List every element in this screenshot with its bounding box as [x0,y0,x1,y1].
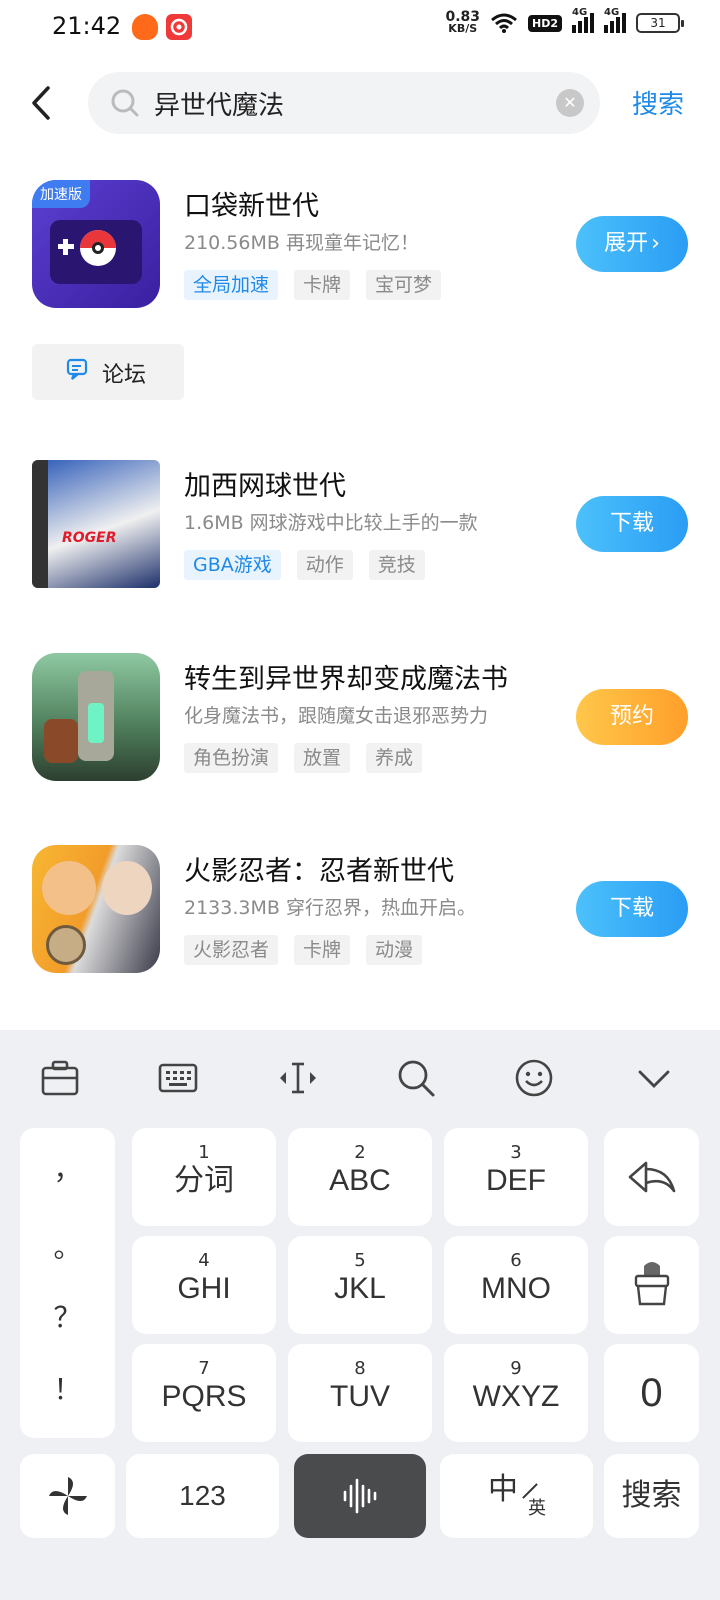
tag[interactable]: GBA游戏 [184,550,281,580]
tag[interactable]: 火影忍者 [184,935,279,965]
notification-pumpkin-icon [132,14,158,40]
battery-indicator: 31 [636,13,684,33]
speed-badge: 加速版 [32,180,90,208]
key-0[interactable]: 0 [604,1344,699,1442]
signal-icon-1: 4G [572,7,594,33]
result-item[interactable]: 火影忍者：忍者新世代 2133.3MB 穿行忍界，热血开启。 火影忍者 卡牌 动… [0,845,720,985]
key-4[interactable]: 4 GHI [132,1236,276,1334]
tag[interactable]: 竞技 [368,550,425,580]
pinwheel-icon [48,1477,87,1515]
comma-key[interactable]: ， [20,1148,115,1188]
keyboard-layout-icon[interactable] [156,1056,200,1100]
signal-icon-2: 4G [604,7,626,33]
app-title[interactable]: 火影忍者：忍者新世代 [184,849,454,888]
tag[interactable]: 卡牌 [294,935,351,965]
expand-button[interactable]: 展开 › [576,216,688,272]
backspace-icon [628,1161,675,1193]
search-button[interactable]: 搜索 [632,84,684,121]
app-icon-tennis[interactable]: ROGER [32,460,160,588]
tag[interactable]: 放置 [294,743,351,773]
tag-list: GBA游戏 动作 竞技 [184,550,425,580]
emoji-icon[interactable] [512,1056,556,1100]
search-box[interactable]: ✕ [88,72,600,134]
result-item[interactable]: ROGER 加西网球世代 1.6MB 网球游戏中比较上手的一款 GBA游戏 动作… [0,460,720,600]
tag[interactable]: 养成 [366,743,423,773]
key-7[interactable]: 7 PQRS [132,1344,276,1442]
key-5[interactable]: 5 JKL [288,1236,432,1334]
download-button[interactable]: 下载 [576,496,688,552]
eraser-icon [634,1262,669,1306]
result-item[interactable]: 转生到异世界却变成魔法书 化身魔法书，跟随魔女击退邪恶势力 角色扮演 放置 养成… [0,653,720,793]
toolbox-icon[interactable] [38,1056,82,1100]
hd-badge: HD2 [528,14,562,32]
download-button[interactable]: 下载 [576,881,688,937]
key-6[interactable]: 6 MNO [444,1236,588,1334]
app-description: 2133.3MB 穿行忍界，热血开启。 [184,897,476,919]
app-title[interactable]: 口袋新世代 [184,184,319,223]
tag[interactable]: 动作 [296,550,353,580]
forum-label: 论坛 [102,363,147,388]
status-icons: 0.83 KB/S HD2 4G 4G 31 [445,7,684,35]
app-description: 化身魔法书，跟随魔女击退邪恶势力 [184,705,489,727]
voice-input-key[interactable] [294,1454,426,1538]
gameboy-graphic [50,220,142,284]
language-switch-key[interactable]: 中 英 [440,1454,593,1538]
voice-wave-icon [343,1478,377,1514]
key-9[interactable]: 9 WXYZ [444,1344,588,1442]
keyboard: ， 。 ？ ！ 1 分词 2 ABC 3 DEF 4 GHI 5 JKL 6 MNO 7 PQ… [0,1030,720,1600]
tag-list: 角色扮演 放置 养成 [184,743,423,773]
status-bar: 21:42 0.83 KB/S HD2 4G 4G 31 [0,0,720,56]
app-title[interactable]: 加西网球世代 [184,464,346,503]
punctuation-column[interactable]: ， 。 ？ ！ [20,1128,115,1438]
collapse-keyboard-icon[interactable] [632,1056,676,1100]
tag-list: 全局加速 卡牌 宝可梦 [184,270,442,300]
search-input[interactable] [154,84,534,122]
clear-key[interactable] [604,1236,699,1334]
tag[interactable]: 动漫 [366,935,423,965]
key-3[interactable]: 3 DEF [444,1128,588,1226]
tag[interactable]: 卡牌 [294,270,351,300]
tag[interactable]: 角色扮演 [184,743,279,773]
key-8[interactable]: 8 TUV [288,1344,432,1442]
keyboard-toolbar [0,1030,720,1120]
app-icon-pocket-new-gen[interactable]: 加速版 [32,180,160,308]
search-icon [111,89,139,117]
period-key[interactable]: 。 [20,1226,115,1266]
app-icon-naruto[interactable] [32,845,160,973]
forum-button[interactable]: 论坛 [32,344,184,400]
numeric-switch-key[interactable]: 123 [126,1454,279,1538]
key-1[interactable]: 1 分词 [132,1128,276,1226]
search-enter-key[interactable]: 搜索 [604,1454,699,1538]
notification-app-icon [166,14,192,40]
pinwheel-key[interactable] [20,1454,115,1538]
key-2[interactable]: 2 ABC [288,1128,432,1226]
app-title[interactable]: 转生到异世界却变成魔法书 [184,657,508,696]
search-icon[interactable] [394,1056,438,1100]
result-item[interactable]: 加速版 口袋新世代 210.56MB 再现童年记忆！ 全局加速 卡牌 宝可梦 展… [0,180,720,320]
app-description: 1.6MB 网球游戏中比较上手的一款 [184,512,478,534]
tag[interactable]: 宝可梦 [366,270,442,300]
back-button[interactable] [22,78,62,128]
tag-list: 火影忍者 卡牌 动漫 [184,935,423,965]
clear-search-button[interactable]: ✕ [556,89,584,117]
question-key[interactable]: ？ [20,1296,115,1336]
cursor-move-icon[interactable] [276,1056,320,1100]
app-description: 210.56MB 再现童年记忆！ [184,232,419,254]
chevron-right-icon: › [651,231,660,256]
reserve-button[interactable]: 预约 [576,689,688,745]
back-arrow-icon [32,86,50,120]
wifi-icon [491,13,517,33]
network-speed: 0.83 KB/S [445,9,480,35]
app-icon-magic-book[interactable] [32,653,160,781]
exclamation-key[interactable]: ！ [20,1368,115,1408]
status-time: 21:42 [52,12,122,40]
forum-chat-icon [66,358,88,380]
close-icon: ✕ [563,93,577,112]
backspace-key[interactable] [604,1128,699,1226]
tag[interactable]: 全局加速 [184,270,279,300]
